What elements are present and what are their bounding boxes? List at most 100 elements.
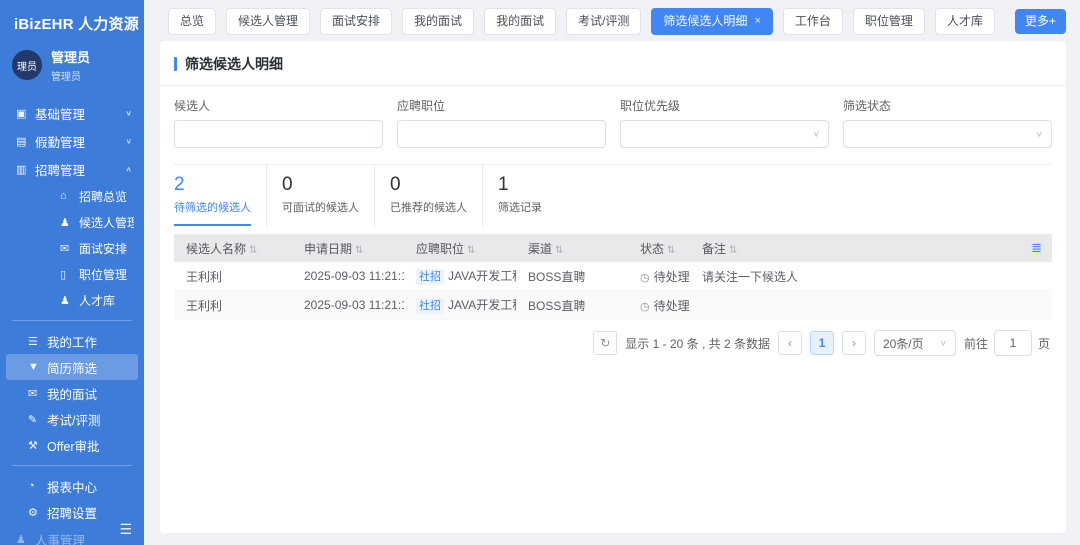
sidebar: iBizEHR 人力资源 理员 管理员 管理员 ▣基础管理∨▤假勤管理∨▥招聘管… [0, 0, 144, 545]
stat-inner: 0已推荐的候选人 [390, 174, 467, 226]
tab-6[interactable]: 筛选候选人明细 × [651, 8, 772, 35]
collapse-sidebar-icon[interactable]: ☰ [119, 521, 132, 538]
sidebar-item-4[interactable]: ♟候选人管理 [0, 209, 144, 235]
filter-text-input[interactable] [406, 126, 597, 142]
tab-4[interactable]: 我的面试 [484, 8, 556, 35]
filter-select[interactable]: ∨ [843, 120, 1052, 148]
table-row-0[interactable]: 王利利2025-09-03 11:21:15社招JAVA开发工程师BOSS直聘◷… [174, 262, 1052, 291]
sidebar-item-15[interactable]: ◔报表中心 [0, 473, 144, 499]
filter-select[interactable]: ∨ [620, 120, 829, 148]
stat-tab-2[interactable]: 0已推荐的候选人 [390, 165, 483, 226]
table-row-1[interactable]: 王利利2025-09-03 11:21:15社招JAVA开发工程师BOSS直聘◷… [174, 291, 1052, 320]
filter-input[interactable] [397, 120, 606, 148]
cell-date: 2025-09-03 11:21:15 [292, 262, 404, 291]
column-header-3[interactable]: 渠道⇅ [516, 234, 628, 262]
monitor-icon: ▥ [16, 163, 35, 176]
tab-label: 我的面试 [496, 14, 544, 28]
next-page-button[interactable]: › [842, 331, 866, 355]
column-settings-icon[interactable]: ≣ [1031, 240, 1042, 255]
sidebar-divider [12, 465, 132, 466]
sidebar-item-3[interactable]: ⌂招聘总览 [0, 183, 144, 209]
pagination: ↻ 显示 1 - 20 条 , 共 2 条数据 ‹ 1 › 20条/页 ∨ 前往… [176, 330, 1050, 356]
close-icon[interactable]: × [754, 16, 760, 27]
tab-1[interactable]: 候选人管理 [226, 8, 310, 35]
sidebar-item-13[interactable]: ⚒Offer审批 [0, 432, 144, 458]
current-page[interactable]: 1 [810, 331, 834, 355]
tab-5[interactable]: 考试/评测 [566, 8, 641, 35]
tab-9[interactable]: 人才库 [935, 8, 995, 35]
sidebar-item-6[interactable]: ▯职位管理 [0, 261, 144, 287]
tab-7[interactable]: 工作台 [783, 8, 843, 35]
tab-0[interactable]: 总览 [168, 8, 216, 35]
sidebar-item-label: 报表中心 [47, 477, 134, 496]
filter-text-input[interactable] [183, 126, 374, 142]
stats-tabs: 2 待筛选的候选人 0可面试的候选人 0已推荐的候选人 1筛选记录 [174, 164, 1052, 226]
users-icon: ♟ [60, 294, 79, 307]
list-icon: ☰ [28, 335, 47, 348]
sidebar-item-9[interactable]: ☰我的工作 [0, 328, 144, 354]
goto-page-input[interactable] [994, 330, 1032, 356]
sort-icon[interactable]: ⇅ [249, 245, 257, 256]
filter-input[interactable] [174, 120, 383, 148]
sidebar-item-5[interactable]: ✉面试安排 [0, 235, 144, 261]
filter-text-input[interactable] [629, 126, 813, 142]
column-header-4[interactable]: 状态⇅ [628, 234, 690, 262]
more-tabs-button[interactable]: 更多+ [1015, 9, 1066, 34]
sidebar-item-0[interactable]: ▣基础管理∨ [0, 99, 144, 127]
sidebar-item-label: 我的面试 [47, 384, 134, 403]
stat-count: 2 [174, 174, 251, 196]
tab-label: 筛选候选人明细 [663, 9, 747, 34]
sidebar-menu: ▣基础管理∨▤假勤管理∨▥招聘管理∧⌂招聘总览♟候选人管理✉面试安排▯职位管理♟… [0, 99, 144, 545]
column-header-1[interactable]: 申请日期⇅ [292, 234, 404, 262]
refresh-icon[interactable]: ↻ [593, 331, 617, 355]
sort-icon[interactable]: ⇅ [467, 245, 475, 256]
stat-tab-0[interactable]: 2 待筛选的候选人 [174, 165, 267, 226]
tab-label: 总览 [180, 14, 204, 28]
id-card-icon: ▣ [16, 107, 35, 120]
sidebar-item-10[interactable]: ▼简历筛选 [6, 354, 138, 380]
user-icon: ♟ [60, 216, 79, 229]
column-title: 候选人名称 [186, 242, 246, 256]
user-name: 管理员 [51, 50, 90, 66]
chevron-down-icon: ∨ [125, 109, 132, 118]
cell-name: 王利利 [174, 291, 292, 320]
prev-page-button[interactable]: ‹ [778, 331, 802, 355]
filter-bar: 候选人应聘职位职位优先级∨筛选状态∨ [160, 86, 1066, 164]
filter-field-2: 职位优先级∨ [620, 97, 829, 148]
job-name: JAVA开发工程师 [448, 269, 516, 283]
stat-count: 0 [282, 174, 359, 196]
sidebar-item-11[interactable]: ✉我的面试 [0, 380, 144, 406]
sidebar-item-2[interactable]: ▥招聘管理∧ [0, 155, 144, 183]
pagination-summary: 显示 1 - 20 条 , 共 2 条数据 [625, 335, 770, 352]
stat-tab-1[interactable]: 0可面试的候选人 [282, 165, 375, 226]
goto-label: 前往 [964, 335, 988, 352]
column-header-2[interactable]: 应聘职位⇅ [404, 234, 516, 262]
tab-label: 考试/评测 [578, 14, 629, 28]
chevron-down-icon: ∨ [125, 137, 132, 146]
page-size-select[interactable]: 20条/页 ∨ [874, 330, 956, 356]
column-title: 申请日期 [304, 242, 352, 256]
stat-label: 待筛选的候选人 [174, 199, 251, 215]
sidebar-item-1[interactable]: ▤假勤管理∨ [0, 127, 144, 155]
sort-icon[interactable]: ⇅ [555, 245, 563, 256]
column-header-0[interactable]: 候选人名称⇅ [174, 234, 292, 262]
sidebar-item-label: 候选人管理 [79, 214, 134, 231]
tab-2[interactable]: 面试安排 [320, 8, 392, 35]
tab-label: 我的面试 [414, 14, 462, 28]
app-logo: iBizEHR 人力资源 [0, 0, 144, 36]
stat-count: 0 [390, 174, 467, 196]
stat-tab-3[interactable]: 1筛选记录 [498, 165, 577, 226]
filter-text-input[interactable] [852, 126, 1036, 142]
tab-3[interactable]: 我的面试 [402, 8, 474, 35]
sort-icon[interactable]: ⇅ [729, 245, 737, 256]
sort-icon[interactable]: ⇅ [667, 245, 675, 256]
sort-icon[interactable]: ⇅ [355, 245, 363, 256]
cell-actions [1022, 262, 1052, 291]
sidebar-item-12[interactable]: ✎考试/评测 [0, 406, 144, 432]
column-header-5[interactable]: 备注⇅ [690, 234, 1022, 262]
sidebar-divider [12, 320, 132, 321]
tab-8[interactable]: 职位管理 [853, 8, 925, 35]
sidebar-item-7[interactable]: ♟人才库 [0, 287, 144, 313]
user-card[interactable]: 理员 管理员 管理员 [0, 36, 144, 91]
sidebar-item-label: 招聘总览 [79, 188, 134, 205]
